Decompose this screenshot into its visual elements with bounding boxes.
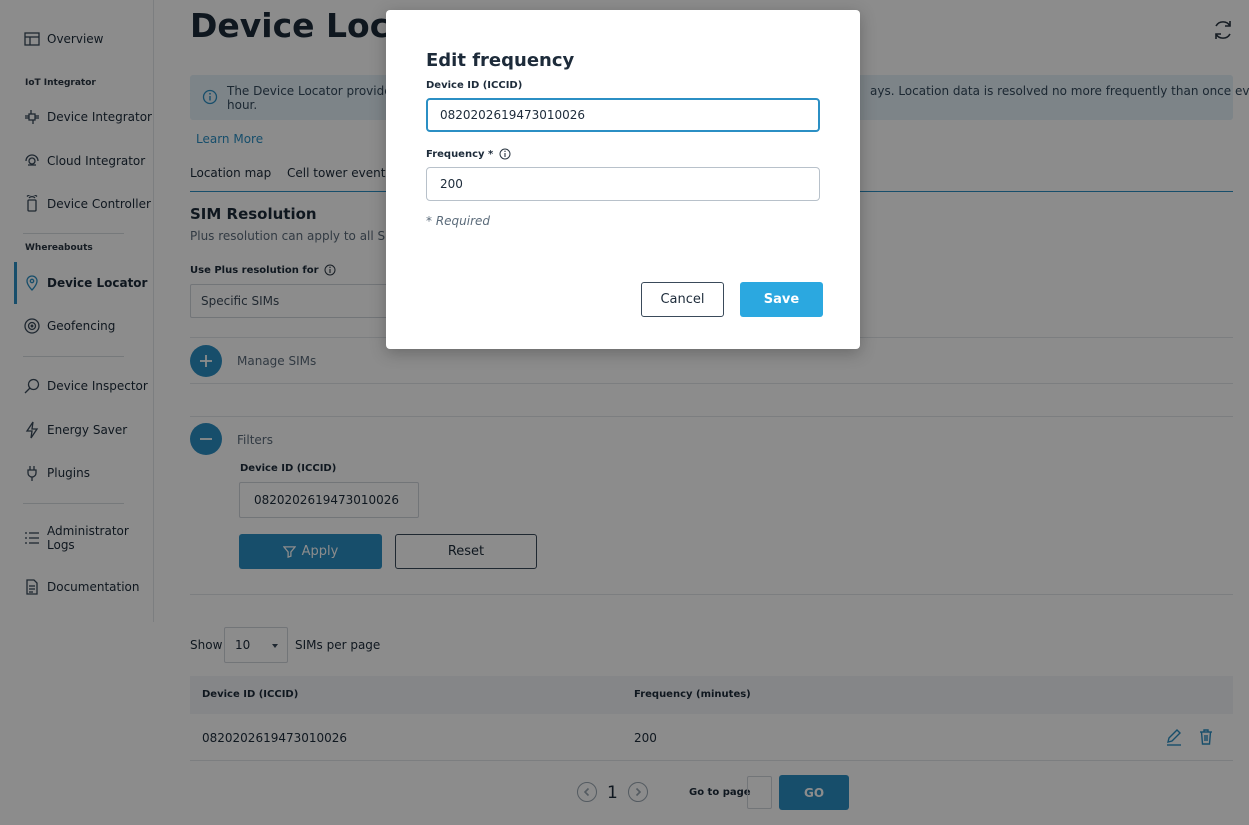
modal-device-id-label-text: Device ID (ICCID)	[426, 80, 523, 91]
modal-device-id-input[interactable]	[426, 98, 820, 132]
info-icon[interactable]	[499, 148, 511, 160]
cancel-button[interactable]: Cancel	[641, 282, 724, 317]
modal-frequency-label: Frequency *	[426, 148, 511, 160]
save-button[interactable]: Save	[740, 282, 823, 317]
modal-title: Edit frequency	[426, 50, 575, 71]
modal-frequency-input[interactable]	[426, 167, 820, 201]
modal-device-id-label: Device ID (ICCID)	[426, 80, 522, 91]
required-note: * Required	[426, 214, 491, 228]
modal-frequency-label-text: Frequency *	[426, 148, 494, 160]
edit-frequency-modal: Edit frequency Device ID (ICCID) Frequen…	[386, 10, 860, 349]
